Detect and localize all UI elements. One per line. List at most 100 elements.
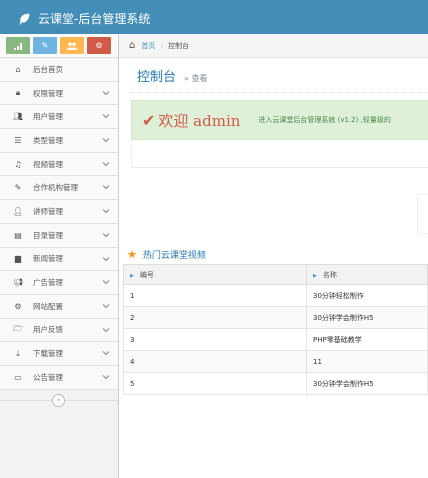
sidebar-item-label: 权限管理 (33, 88, 63, 98)
table-header-row: ▶ 编号 ▶ 名称 (123, 264, 428, 285)
edit-icon: ✎ (14, 183, 22, 193)
column-header-id[interactable]: ▶ 编号 (123, 264, 307, 285)
cell-id: 5 (123, 372, 307, 395)
table-row[interactable]: 3 PHP零基础教学 (123, 328, 428, 351)
sidebar-item-label: 视频管理 (33, 159, 63, 169)
sidebar-item-types[interactable]: ☰ 类型管理 (0, 129, 118, 153)
caret-right-icon: ▶ (313, 272, 317, 279)
breadcrumb: ⌂ 首页 › 控制台 (119, 34, 428, 58)
users-icon: 👥︎ (12, 112, 24, 122)
sidebar-item-videos[interactable]: ♫ 视频管理 (0, 152, 118, 177)
users-icon (67, 42, 77, 50)
sidebar-item-label: 下载管理 (33, 349, 63, 359)
chevron-down-icon (102, 351, 110, 356)
table-row[interactable]: 2 30分钟学会制作H5 (123, 306, 428, 329)
credit-card-icon: ▭ (14, 372, 22, 382)
sidebar-item-label: 广告管理 (33, 278, 63, 288)
lock-icon: 🔒︎ (15, 88, 21, 98)
alert-container (131, 142, 428, 168)
cogs-icon: ⚙ (95, 41, 103, 50)
sidebar-item-users[interactable]: 👥︎ 用户管理 (0, 105, 118, 130)
stats-shortcut-button[interactable] (6, 37, 30, 54)
app-title: 云课堂-后台管理系统 (38, 12, 151, 26)
bullhorn-icon: 📢︎ (12, 278, 24, 288)
cell-name: 30分钟轻松制作 (306, 284, 428, 307)
sidebar-item-label: 用户反馈 (33, 325, 63, 335)
home-icon[interactable]: ⌂ (129, 40, 135, 51)
download-icon: ⤓ (16, 348, 20, 358)
cell-name: 11 (306, 350, 428, 373)
home-icon: ⌂ (15, 64, 21, 74)
welcome-text: 欢迎 admin (158, 111, 241, 130)
sidebar-item-site-config[interactable]: ⚙ 网站配置 (0, 294, 118, 319)
sidebar: ✎ ⚙ ⌂ 后台首页 🔒︎ 权限管理 👥︎ 用户管理 ☰ 类型管理 ♫ 视频管理… (0, 34, 119, 478)
chevron-down-icon (102, 114, 110, 119)
leaf-icon (19, 13, 30, 25)
welcome-alert: ✔ 欢迎 admin 进入云课堂后台管理系统 (v1.2) ,轻量级的 (131, 100, 428, 140)
sidebar-item-label: 公告管理 (33, 372, 63, 382)
settings-shortcut-button[interactable]: ⚙ (87, 37, 111, 54)
page-title: 控制台 (137, 70, 177, 85)
chevron-down-icon (102, 375, 110, 380)
column-header-name[interactable]: ▶ 名称 (306, 264, 428, 285)
brand[interactable]: 云课堂-后台管理系统 (18, 10, 150, 27)
chevron-down-icon (102, 304, 110, 309)
sidebar-item-news[interactable]: ▆ 新闻管理 (0, 247, 118, 272)
sidebar-item-permissions[interactable]: 🔒︎ 权限管理 (0, 81, 118, 106)
table-row[interactable]: 4 11 (123, 350, 428, 373)
sidebar-item-announcements[interactable]: ▭ 公告管理 (0, 365, 118, 390)
cogs-icon: ⚙ (14, 301, 22, 311)
chevron-down-icon (102, 280, 110, 285)
star-icon: ★ (127, 248, 137, 261)
list-icon: ☰ (14, 135, 22, 145)
chevron-down-icon (102, 90, 110, 95)
cell-id: 4 (123, 350, 307, 373)
sidebar-item-catalog[interactable]: ▤ 目录管理 (0, 223, 118, 248)
chevron-down-icon (102, 185, 110, 190)
sidebar-item-lecturers[interactable]: 👤︎ 讲师管理 (0, 200, 118, 224)
double-left-icon: « (56, 396, 61, 404)
page-header: 控制台 » 查看 (137, 66, 207, 85)
cell-id: 1 (123, 284, 307, 307)
chevron-down-icon (102, 256, 110, 261)
header-divider (129, 92, 428, 93)
stats-box (417, 194, 428, 234)
edit-shortcut-button[interactable]: ✎ (33, 37, 57, 54)
sidebar-menu: ⌂ 后台首页 🔒︎ 权限管理 👥︎ 用户管理 ☰ 类型管理 ♫ 视频管理 ✎ 合… (0, 58, 118, 390)
hot-videos-table: ▶ 编号 ▶ 名称 1 30分钟轻松制作 2 30分钟学会制作H5 3 PHP零基础… (123, 264, 428, 395)
top-navbar: 云课堂-后台管理系统 (0, 0, 428, 34)
sidebar-item-label: 新闻管理 (33, 254, 63, 264)
breadcrumb-home-link[interactable]: 首页 (141, 41, 155, 51)
section-title: 热门云课堂视频 (142, 251, 206, 261)
hot-videos-header: ★ 热门云课堂视频 (127, 248, 206, 261)
chevron-down-icon (102, 138, 110, 143)
sidebar-item-label: 合作机构管理 (33, 183, 78, 193)
sidebar-item-dashboard[interactable]: ⌂ 后台首页 (0, 58, 118, 82)
chevron-down-icon (102, 209, 110, 214)
signal-icon (13, 42, 22, 50)
table-row[interactable]: 1 30分钟轻松制作 (123, 284, 428, 307)
sidebar-shortcuts: ✎ ⚙ (0, 34, 118, 58)
sidebar-item-label: 后台首页 (33, 64, 63, 74)
sidebar-item-label: 用户管理 (33, 112, 63, 122)
chevron-down-icon (102, 232, 110, 238)
sidebar-collapse-button[interactable]: « (52, 394, 65, 407)
cell-name: 30分钟学会制作H5 (306, 306, 428, 329)
sidebar-item-partners[interactable]: ✎ 合作机构管理 (0, 176, 118, 201)
sidebar-item-feedback[interactable]: 🗁︎ 用户反馈 (0, 318, 118, 343)
breadcrumb-separator-icon: › (160, 41, 164, 50)
double-right-icon: » (184, 74, 189, 83)
welcome-message: 进入云课堂后台管理系统 (v1.2) ,轻量级的 (258, 116, 391, 124)
sidebar-item-ads[interactable]: 📢︎ 广告管理 (0, 271, 118, 295)
pencil-icon: ✎ (41, 41, 49, 50)
list-alt-icon: ▤ (14, 230, 22, 240)
table-row[interactable]: 5 30分钟学会制作H5 (123, 372, 428, 395)
check-icon: ✔ (142, 110, 156, 130)
cell-id: 2 (123, 306, 307, 329)
users-shortcut-button[interactable] (60, 37, 84, 54)
folder-open-icon: 🗁︎ (13, 323, 23, 333)
cell-name: 30分钟学会制作H5 (306, 372, 428, 395)
sidebar-item-downloads[interactable]: ⤓ 下载管理 (0, 342, 118, 366)
sidebar-item-label: 讲师管理 (33, 206, 63, 216)
main-content: ⌂ 首页 › 控制台 控制台 » 查看 ✔ 欢迎 admin 进入云课堂后台管理… (119, 34, 428, 478)
